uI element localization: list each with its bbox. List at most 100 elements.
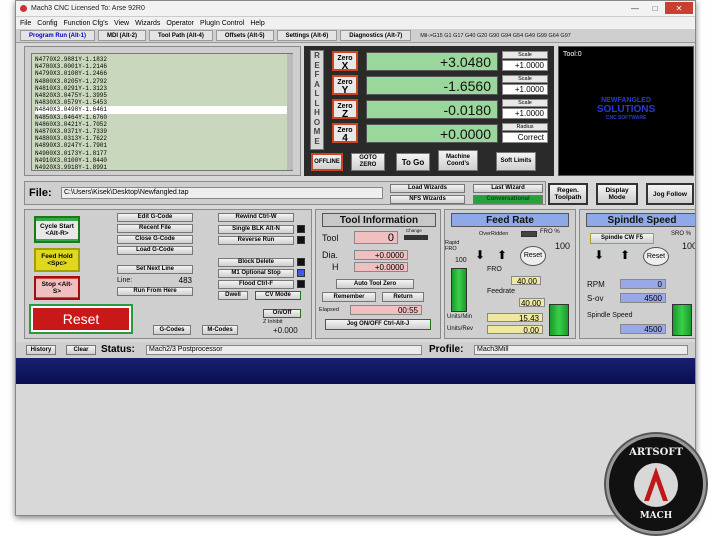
block-delete-button[interactable]: Block Delete [218, 258, 294, 267]
menu-wizards[interactable]: Wizards [135, 20, 160, 27]
gcode-line: N4790X3.0108Y-1.2466 [35, 70, 108, 78]
reset-button[interactable]: Reset [31, 306, 131, 332]
feed-reset-button[interactable]: Reset [520, 246, 546, 266]
toolpath-view[interactable]: Tool:0 NEWFANGLED SOLUTIONS CNC SOFTWARE [558, 46, 694, 176]
jog-onoff-button[interactable]: Jog ON/OFF Ctrl-Alt-J [325, 319, 431, 330]
reverse-run-button[interactable]: Reverse Run [218, 236, 294, 245]
single-block-button[interactable]: Single BLK Alt-N [218, 225, 294, 234]
remember-button[interactable]: Remember [322, 292, 376, 302]
menu-operator[interactable]: Operator [166, 20, 194, 27]
zero-axis-button[interactable]: Zero Y [332, 75, 358, 96]
tab-offsets[interactable]: Offsets (Alt-5) [215, 30, 274, 41]
recent-file-button[interactable]: Recent File [117, 224, 193, 233]
ref-all-home-letter: H [314, 108, 320, 117]
spindle-reset-button[interactable]: Reset [643, 247, 669, 266]
scale-value[interactable]: Correct [502, 132, 548, 143]
offline-button[interactable]: OFFLINE [311, 153, 343, 171]
zero-axis-button[interactable]: Zero Z [332, 99, 358, 120]
main-window: Mach3 CNC Licensed To: Arse 92R0 — □ ✕ F… [15, 0, 696, 516]
axis-dro[interactable]: +0.0000 [366, 124, 498, 143]
jog-follow-button[interactable]: Jog Follow [646, 183, 694, 205]
ref-all-home-letter: L [314, 98, 320, 108]
set-next-line-button[interactable]: Set Next Line [117, 265, 193, 274]
tab-tool-path[interactable]: Tool Path (Alt-4) [149, 30, 213, 41]
mcodes-button[interactable]: M-Codes [202, 325, 238, 335]
regen-toolpath-button[interactable]: Regen. Toolpath [548, 183, 588, 205]
axis-letter: 4 [342, 133, 348, 144]
zero-axis-button[interactable]: Zero 4 [332, 123, 358, 144]
feed-down-icon[interactable]: ⬇ [475, 248, 485, 262]
ref-all-home-letter: R [314, 51, 320, 60]
gcodes-button[interactable]: G-Codes [153, 325, 191, 335]
dwell-indicator: Dwell [218, 291, 248, 300]
spindle-up-icon[interactable]: ⬆ [620, 248, 630, 262]
gcode-line: N4880X3.0313Y-1.7622 [35, 135, 108, 143]
axis-dro[interactable]: -0.0180 [366, 100, 498, 119]
menu-file[interactable]: File [20, 20, 31, 27]
tab-settings[interactable]: Settings (Alt-6) [276, 30, 338, 41]
last-wizard-button[interactable]: Last Wizard [473, 184, 543, 193]
close-icon[interactable]: ✕ [665, 2, 693, 14]
cycle-start-label: Cycle Start <Alt-R> [36, 220, 78, 239]
rapid-fro-slider[interactable] [451, 268, 467, 312]
machine-coords-button[interactable]: Machine Coord's [438, 150, 478, 171]
tab-mdi[interactable]: MDI (Alt-2) [98, 30, 146, 41]
nfs-wizards-button[interactable]: NFS Wizards [390, 195, 465, 204]
axis-dro[interactable]: -1.6560 [366, 76, 498, 95]
feed-override-slider[interactable] [549, 304, 569, 336]
maximize-icon[interactable]: □ [645, 2, 665, 14]
scale-label: Scale [502, 51, 548, 59]
zero-axis-button[interactable]: Zero X [332, 51, 358, 72]
auto-tool-zero-button[interactable]: Auto Tool Zero [336, 279, 414, 289]
load-gcode-button[interactable]: Load G-Code [117, 246, 193, 255]
gcode-line: N4910X3.0100Y-1.8440 [35, 156, 108, 164]
spindle-speed-value: 4500 [620, 324, 666, 334]
menu-function-cfgs[interactable]: Function Cfg's [64, 20, 109, 27]
flood-button[interactable]: Flood Ctrl-F [218, 280, 294, 289]
feed-up-icon[interactable]: ⬆ [497, 248, 507, 262]
menu-view[interactable]: View [114, 20, 129, 27]
menu-plugin-control[interactable]: PlugIn Control [200, 20, 244, 27]
soft-limits-button[interactable]: Soft Limits [496, 152, 536, 171]
h-value: +0.0000 [354, 262, 408, 272]
return-button[interactable]: Return [382, 292, 424, 302]
z-inhibit-onoff-button[interactable]: On/Off [263, 309, 301, 318]
run-from-here-button[interactable]: Run From Here [117, 287, 193, 296]
ref-all-home-button[interactable]: REFALLHOME [310, 50, 324, 150]
file-label: File: [29, 187, 52, 199]
menu-help[interactable]: Help [250, 20, 264, 27]
gcode-panel: N4770X2.9881Y-1.1832 N4780X3.0001Y-1.2146… [24, 46, 301, 176]
gcode-line: N4830X3.0579Y-1.5453 [35, 99, 108, 107]
minimize-icon[interactable]: — [625, 2, 645, 14]
spindle-override-slider[interactable] [672, 304, 692, 336]
goto-zero-button[interactable]: GOTO ZERO [351, 153, 385, 171]
spindle-down-icon[interactable]: ⬇ [594, 248, 604, 262]
clear-button[interactable]: Clear [66, 345, 96, 355]
scale-value[interactable]: +1.0000 [502, 60, 548, 71]
feed-hold-button[interactable]: Feed Hold <Spc> [34, 248, 80, 272]
units-rev-value: 0.00 [487, 325, 543, 335]
sro-pct-label: SRO % [671, 231, 692, 237]
tab-diagnostics[interactable]: Diagnostics (Alt-7) [340, 30, 412, 41]
close-gcode-button[interactable]: Close G-Code [117, 235, 193, 244]
conversational-button[interactable]: Conversational [473, 195, 543, 204]
load-wizards-button[interactable]: Load Wizards [390, 184, 465, 193]
spindle-cw-button[interactable]: Spindle CW F5 [590, 233, 654, 244]
edit-gcode-button[interactable]: Edit G-Code [117, 213, 193, 222]
stop-button[interactable]: Stop <Alt-S> [34, 276, 80, 300]
axis-dro[interactable]: +3.0480 [366, 52, 498, 71]
display-mode-button[interactable]: Display Mode [596, 183, 638, 205]
cycle-start-button[interactable]: Cycle Start <Alt-R> [34, 216, 80, 243]
scale-value[interactable]: +1.0000 [502, 108, 548, 119]
rewind-button[interactable]: Rewind Ctrl-W [218, 213, 294, 222]
history-button[interactable]: History [26, 345, 56, 355]
gcode-scrollbar[interactable] [287, 54, 293, 170]
dia-value: +0.0000 [354, 250, 408, 260]
menu-config[interactable]: Config [37, 20, 57, 27]
gcode-listing[interactable]: N4770X2.9881Y-1.1832 N4780X3.0001Y-1.2146… [31, 53, 293, 171]
m1-optional-stop-button[interactable]: M1 Optional Stop [218, 269, 294, 278]
scale-value[interactable]: +1.0000 [502, 84, 548, 95]
to-go-button[interactable]: To Go [396, 153, 430, 171]
tab-program-run[interactable]: Program Run (Alt-1) [20, 30, 95, 41]
feed-rate-panel: Feed Rate OverRidden FRO % 100 Rapid FRO… [444, 209, 576, 339]
